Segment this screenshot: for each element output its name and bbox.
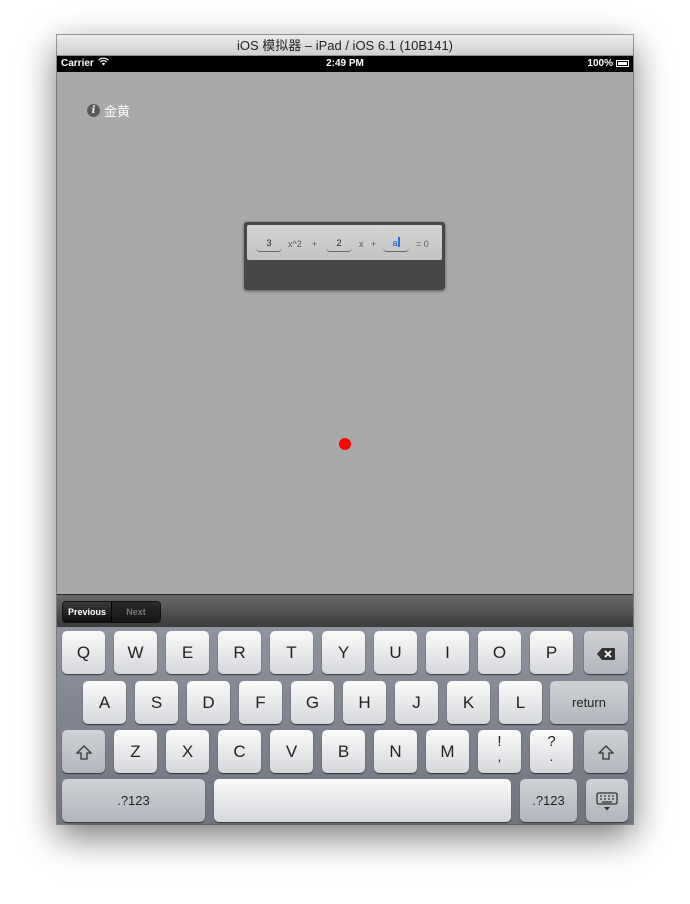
on-screen-keyboard: Q W E R T Y U I O P A S D F G H J K L re… — [57, 627, 633, 824]
coefficient-b-field[interactable]: 2 — [326, 236, 352, 252]
backspace-key[interactable] — [584, 631, 628, 674]
key-a[interactable]: A — [83, 681, 126, 724]
equals-zero: = 0 — [416, 239, 429, 249]
backspace-icon — [597, 647, 615, 660]
term-x-squared: x^2 — [288, 239, 302, 249]
shift-key-left[interactable] — [62, 730, 105, 773]
key-u[interactable]: U — [374, 631, 417, 674]
key-exclaim-comma[interactable]: ! , — [478, 730, 521, 773]
key-k[interactable]: K — [447, 681, 490, 724]
key-z[interactable]: Z — [114, 730, 157, 773]
info-icon[interactable]: i — [87, 104, 100, 117]
key-bottom-label: , — [497, 748, 502, 764]
key-n[interactable]: N — [374, 730, 417, 773]
key-e[interactable]: E — [166, 631, 209, 674]
key-question-period[interactable]: ? . — [530, 730, 573, 773]
key-t[interactable]: T — [270, 631, 313, 674]
key-j[interactable]: J — [395, 681, 438, 724]
key-s[interactable]: S — [135, 681, 178, 724]
simulator-window: iOS 模拟器 – iPad / iOS 6.1 (10B141) Carrie… — [57, 35, 633, 824]
next-button[interactable]: Next — [111, 602, 160, 622]
equation-row: 3 x^2 + 2 x + a = 0 — [247, 225, 442, 260]
plus-sign: + — [371, 239, 377, 249]
battery-icon — [616, 60, 629, 67]
battery-percent: 100% — [587, 58, 613, 69]
key-p[interactable]: P — [530, 631, 573, 674]
status-time: 2:49 PM — [326, 58, 364, 69]
key-g[interactable]: G — [291, 681, 334, 724]
key-c[interactable]: C — [218, 730, 261, 773]
key-i[interactable]: I — [426, 631, 469, 674]
window-title: iOS 模拟器 – iPad / iOS 6.1 (10B141) — [57, 35, 633, 56]
term-x: x — [359, 239, 364, 249]
key-q[interactable]: Q — [62, 631, 105, 674]
return-key[interactable]: return — [550, 681, 628, 724]
key-x[interactable]: X — [166, 730, 209, 773]
space-key[interactable] — [214, 779, 511, 822]
numbers-key-right[interactable]: .?123 — [520, 779, 577, 822]
shift-icon — [597, 745, 615, 760]
shift-icon — [74, 745, 93, 760]
status-bar: Carrier 2:49 PM 100% — [57, 56, 633, 72]
key-v[interactable]: V — [270, 730, 313, 773]
key-y[interactable]: Y — [322, 631, 365, 674]
key-w[interactable]: W — [114, 631, 157, 674]
info-row[interactable]: i 金黄 — [87, 101, 130, 120]
keyboard-accessory-bar: Previous Next — [57, 594, 633, 627]
shift-key-right[interactable] — [584, 730, 628, 773]
equation-panel: 3 x^2 + 2 x + a = 0 — [244, 222, 445, 290]
key-o[interactable]: O — [478, 631, 521, 674]
key-bottom-label: . — [549, 748, 554, 764]
key-m[interactable]: M — [426, 730, 469, 773]
coefficient-a-field[interactable]: 3 — [256, 236, 282, 252]
info-label: 金黄 — [104, 104, 131, 119]
text-cursor — [397, 237, 400, 247]
prev-next-control: Previous Next — [62, 601, 161, 623]
plus-sign: + — [312, 239, 318, 249]
coefficient-c-field[interactable]: a — [383, 236, 409, 252]
key-l[interactable]: L — [499, 681, 542, 724]
dismiss-keyboard-key[interactable] — [586, 779, 628, 822]
key-h[interactable]: H — [343, 681, 386, 724]
key-b[interactable]: B — [322, 730, 365, 773]
keyboard-dismiss-icon — [596, 791, 618, 811]
previous-button[interactable]: Previous — [63, 602, 111, 622]
key-r[interactable]: R — [218, 631, 261, 674]
numbers-key-left[interactable]: .?123 — [62, 779, 205, 822]
key-d[interactable]: D — [187, 681, 230, 724]
red-marker-dot — [339, 438, 351, 450]
key-f[interactable]: F — [239, 681, 282, 724]
